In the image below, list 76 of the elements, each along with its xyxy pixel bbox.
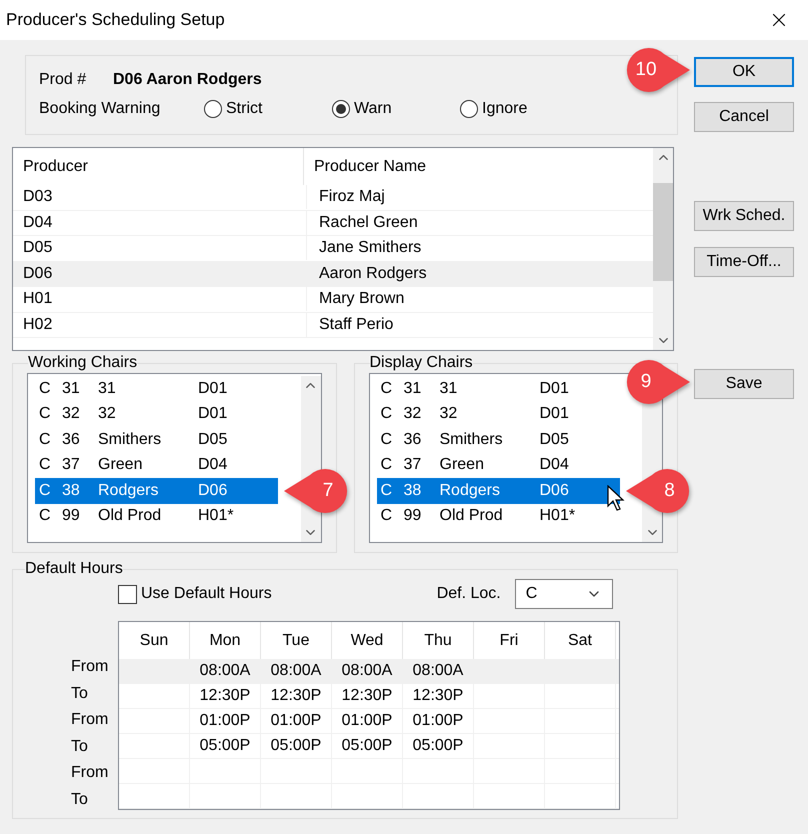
table-cell-text: D03 <box>22 187 54 208</box>
table-cell-text: H02 <box>22 314 54 335</box>
producer-row[interactable]: D06 Aaron Rodgers <box>13 262 653 287</box>
chair-row[interactable]: C 36 Smithers D05 <box>376 427 620 452</box>
dialog-button[interactable]: Save <box>694 369 794 399</box>
radio-option[interactable]: Ignore <box>460 97 588 121</box>
row-label: From <box>71 710 110 730</box>
chair-row[interactable]: C 32 32 D01 <box>376 402 620 427</box>
hours-row[interactable]: 08:00A 08:00A 08:00A 08:00A <box>119 659 619 684</box>
chair-row[interactable]: C 37 Green D04 <box>376 452 620 478</box>
dialog-button[interactable]: Time-Off... <box>694 247 794 277</box>
checkbox-option[interactable]: Use Default Hours <box>118 582 272 606</box>
table-cell: 08:00A <box>190 659 261 683</box>
table-cell: 12:30P <box>332 684 403 708</box>
location-dropdown[interactable]: C <box>514 579 613 609</box>
dialog-button[interactable]: Cancel <box>694 102 794 132</box>
chair-row[interactable]: C 38 Rodgers D06 <box>376 478 620 504</box>
mouse-pointer-icon <box>606 485 624 512</box>
radio-button[interactable] <box>204 100 222 118</box>
table-cell: 05:00P <box>332 734 403 758</box>
chair-row[interactable]: C 31 31 D01 <box>376 376 620 402</box>
chair-row[interactable]: C 38 Rodgers D06 <box>35 478 278 504</box>
table-cell: 05:00P <box>403 734 474 758</box>
hours-row[interactable]: 05:00P 05:00P 05:00P 05:00P <box>119 734 619 759</box>
column-header[interactable]: Producer <box>13 148 304 185</box>
prod-label: Prod # <box>39 70 88 90</box>
table-cell: 12:30P <box>261 684 332 708</box>
table-cell: 12:30P <box>403 684 474 708</box>
producer-row[interactable]: H02 Staff Perio <box>13 312 653 338</box>
radio-option[interactable]: Warn <box>332 97 460 121</box>
dialog-button[interactable]: Wrk Sched. <box>694 201 794 231</box>
chair-row[interactable]: C 99 Old Prod H01* <box>35 504 278 529</box>
row-label: From <box>71 763 110 783</box>
table-cell: 12:30P <box>190 684 261 708</box>
chair-row[interactable]: C 31 31 D01 <box>35 376 278 402</box>
radio-button[interactable] <box>460 100 478 118</box>
window-title: Producer's Scheduling Setup <box>6 9 225 32</box>
scroll-thumb[interactable] <box>653 183 673 281</box>
group-label: Default Hours <box>25 561 123 577</box>
radio-option[interactable]: Strict <box>204 97 332 121</box>
table-cell-text: H01 <box>22 289 54 310</box>
row-label: To <box>71 790 89 810</box>
table-cell-text: D05 <box>22 238 54 258</box>
group-label: Working Chairs <box>28 355 138 371</box>
table-cell: 01:00P <box>403 709 474 733</box>
dialog-button[interactable]: OK <box>694 57 794 87</box>
chair-row[interactable]: C 37 Green D04 <box>35 452 278 478</box>
producer-row[interactable]: H01 Mary Brown <box>13 287 653 312</box>
table-cell: 08:00A <box>332 659 403 683</box>
prod-value: D06 Aaron Rodgers <box>113 70 262 90</box>
table-cell-text: D04 <box>22 212 54 233</box>
table-cell: 01:00P <box>332 709 403 733</box>
row-label: To <box>71 736 89 756</box>
chair-row[interactable]: C 36 Smithers D05 <box>35 427 278 452</box>
scrollbar[interactable] <box>653 148 673 350</box>
def-loc-label: Def. Loc. <box>436 584 501 604</box>
checkbox[interactable] <box>118 584 137 604</box>
producer-row[interactable]: D03 Firoz Maj <box>13 185 653 210</box>
producer-row[interactable]: D04 Rachel Green <box>13 210 653 236</box>
table-cell: 01:00P <box>190 709 261 733</box>
row-label: To <box>71 684 89 704</box>
hours-row[interactable]: 01:00P 01:00P 01:00P 01:00P <box>119 709 619 734</box>
table-cell: 01:00P <box>261 709 332 733</box>
chair-row[interactable]: C 32 32 D01 <box>35 402 278 427</box>
table-cell: 08:00A <box>261 659 332 683</box>
hours-row[interactable]: 12:30P 12:30P 12:30P 12:30P <box>119 684 619 709</box>
radio-button[interactable] <box>332 100 350 118</box>
table-cell: 05:00P <box>261 734 332 758</box>
table-cell: 05:00P <box>190 734 261 758</box>
booking-label: Booking Warning <box>39 99 162 119</box>
table-cell-text: D06 <box>22 264 54 284</box>
group-label: Display Chairs <box>370 355 473 371</box>
row-label: From <box>71 657 110 677</box>
table-cell: 08:00A <box>403 659 474 683</box>
chair-row[interactable]: C 99 Old Prod H01* <box>376 504 620 529</box>
column-header[interactable]: Producer Name <box>304 148 653 185</box>
